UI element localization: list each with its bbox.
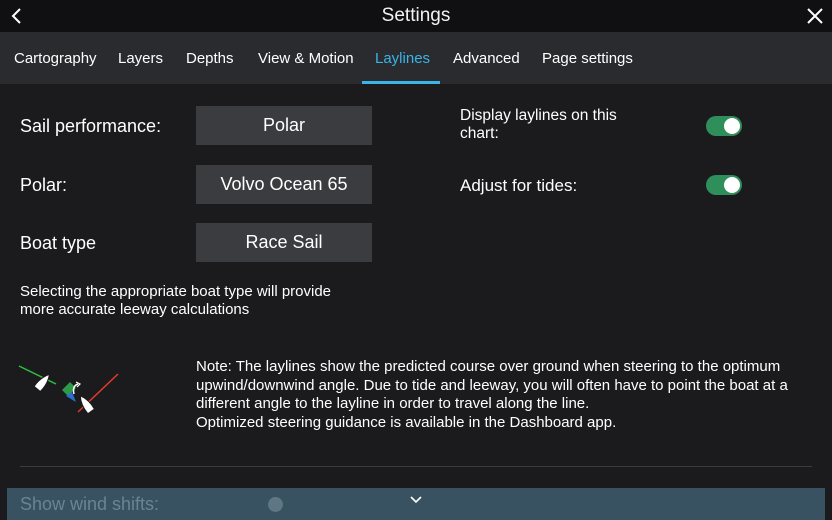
polar-button[interactable]: Volvo Ocean 65 — [196, 165, 372, 204]
wind-shifts-toggle-knob[interactable] — [268, 497, 283, 512]
note-line: Note: The laylines show the predicted co… — [196, 358, 781, 375]
laylines-note: Note: The laylines show the predicted co… — [196, 358, 816, 432]
toggle-knob — [724, 177, 740, 193]
toggle-knob — [724, 118, 740, 134]
sail-performance-label: Sail performance: — [20, 116, 162, 136]
close-icon — [807, 8, 823, 24]
adjust-tides-toggle[interactable] — [706, 175, 742, 195]
laylines-diagram-icon — [18, 365, 119, 415]
tab-view-motion[interactable]: View & Motion — [258, 50, 354, 67]
section-divider — [20, 466, 812, 467]
display-laylines-toggle[interactable] — [706, 116, 742, 136]
boat-type-label: Boat type — [20, 233, 97, 253]
display-laylines-label: Display laylines on this chart: — [460, 107, 617, 142]
expand-button[interactable] — [406, 492, 426, 508]
boat-type-help-text: Selecting the appropriate boat type will… — [20, 283, 332, 318]
chevron-down-icon — [410, 496, 422, 504]
show-wind-shifts-label: Show wind shifts: — [20, 494, 160, 514]
tab-advanced[interactable]: Advanced — [453, 50, 520, 67]
tab-depths[interactable]: Depths — [186, 50, 234, 67]
tab-laylines[interactable]: Laylines — [375, 50, 430, 67]
active-tab-indicator — [362, 81, 440, 84]
page-title: Settings — [381, 5, 451, 26]
boat-type-button[interactable]: Race Sail — [196, 223, 372, 262]
note-line: different angle to the layline in order … — [196, 395, 590, 412]
tab-bar: Cartography Layers Depths View & Motion … — [0, 32, 832, 84]
note-line: Optimized steering guidance is available… — [196, 413, 617, 431]
title-bar: Settings — [0, 0, 832, 32]
tab-cartography[interactable]: Cartography — [14, 50, 97, 67]
note-line: upwind/downwind angle. Due to tide and l… — [196, 376, 788, 394]
close-button[interactable] — [804, 4, 826, 28]
tab-layers[interactable]: Layers — [118, 50, 163, 67]
tab-page-settings[interactable]: Page settings — [542, 50, 633, 67]
polar-label: Polar: — [20, 175, 68, 195]
sail-performance-button[interactable]: Polar — [196, 106, 372, 145]
adjust-tides-label: Adjust for tides: — [460, 176, 578, 195]
